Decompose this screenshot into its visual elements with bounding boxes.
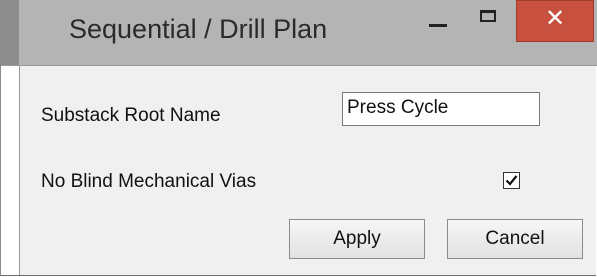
no-blind-vias-label: No Blind Mechanical Vias <box>41 171 257 192</box>
window-left-edge <box>1 0 19 65</box>
dialog-window: Sequential / Drill Plan ✕ Substack Root … <box>0 0 597 276</box>
maximize-icon <box>480 10 496 22</box>
checkmark-icon <box>505 175 518 186</box>
root-name-input[interactable]: Press Cycle <box>342 92 540 126</box>
root-name-label: Substack Root Name <box>41 105 221 126</box>
close-icon: ✕ <box>544 4 566 32</box>
minimize-button[interactable] <box>411 0 463 44</box>
apply-button[interactable]: Apply <box>289 219 425 259</box>
close-button[interactable]: ✕ <box>516 0 594 42</box>
title-bar[interactable]: Sequential / Drill Plan ✕ <box>1 0 597 66</box>
maximize-button[interactable] <box>463 0 515 44</box>
window-title: Sequential / Drill Plan <box>69 14 328 44</box>
dialog-body: Substack Root Name Press Cycle No Blind … <box>19 66 596 275</box>
no-blind-vias-checkbox[interactable] <box>503 172 520 189</box>
cancel-button[interactable]: Cancel <box>447 219 583 259</box>
minimize-icon <box>429 24 447 27</box>
